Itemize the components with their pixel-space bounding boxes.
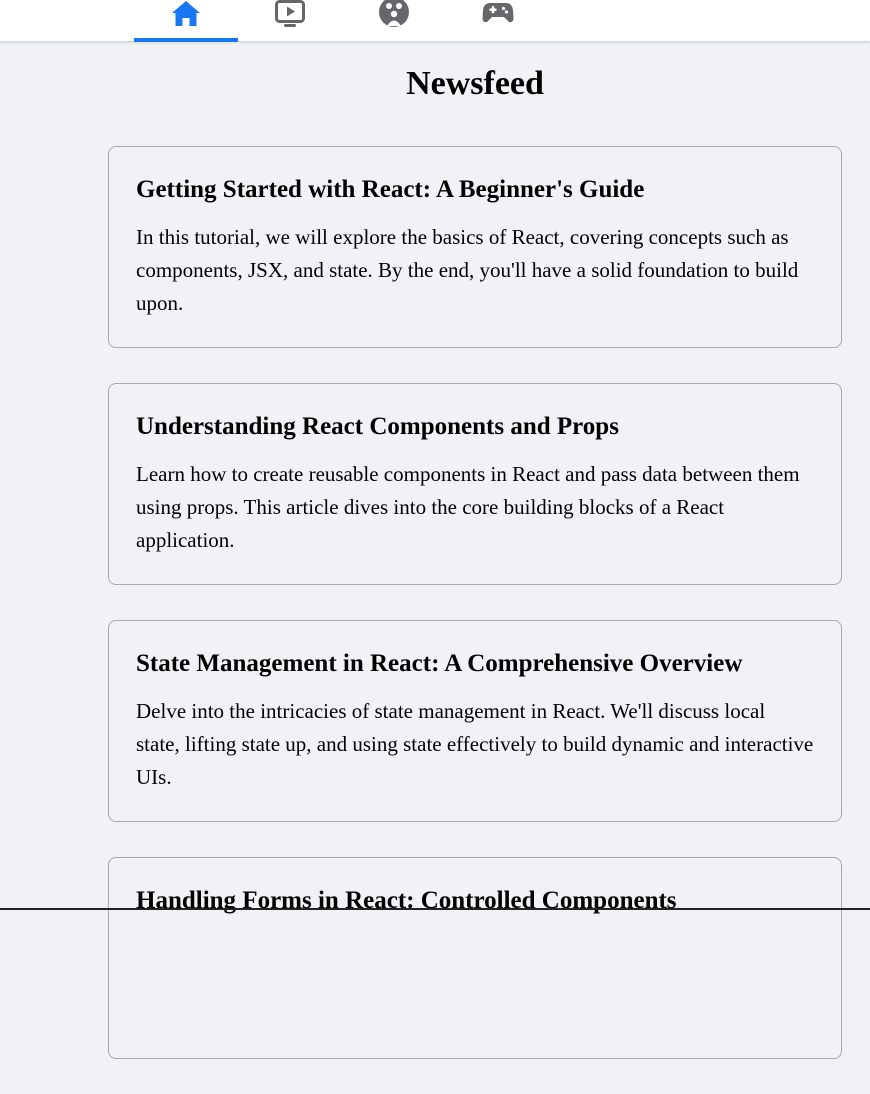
groups-icon — [379, 0, 409, 27]
page-title: Newsfeed — [406, 65, 544, 102]
post-excerpt: Delve into the intricacies of state mana… — [136, 699, 814, 789]
post-excerpt: Learn how to create reusable components … — [136, 462, 800, 552]
home-icon — [172, 1, 200, 26]
tab-home[interactable] — [134, 0, 238, 42]
gamepad-icon — [482, 3, 514, 23]
post-card[interactable]: Handling Forms in React: Controlled Comp… — [108, 857, 842, 1059]
post-title[interactable]: State Management in React: A Comprehensi… — [136, 645, 814, 683]
post-title[interactable]: Getting Started with React: A Beginner's… — [136, 171, 814, 209]
post-excerpt: In this tutorial, we will explore the ba… — [136, 225, 799, 315]
video-icon — [275, 0, 305, 27]
tab-groups[interactable] — [342, 0, 446, 41]
tab-gaming[interactable] — [446, 0, 550, 41]
post-title[interactable]: Handling Forms in React: Controlled Comp… — [136, 882, 814, 920]
top-navigation-bar — [0, 0, 870, 42]
newsfeed-list: Getting Started with React: A Beginner's… — [108, 146, 842, 1094]
post-card[interactable]: Understanding React Components and Props… — [108, 383, 842, 585]
active-tab-indicator — [134, 38, 238, 42]
post-title[interactable]: Understanding React Components and Props — [136, 408, 814, 446]
post-card[interactable]: State Management in React: A Comprehensi… — [108, 620, 842, 822]
tab-watch[interactable] — [238, 0, 342, 41]
post-card[interactable]: Getting Started with React: A Beginner's… — [108, 146, 842, 348]
